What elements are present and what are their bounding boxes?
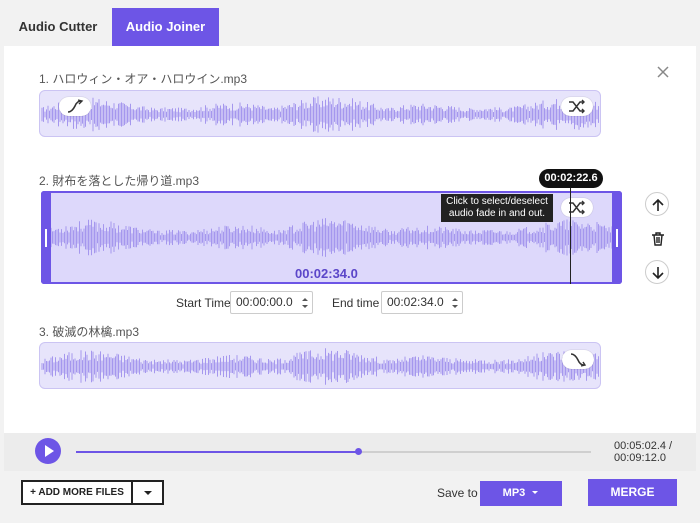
start-time-input[interactable]: 00:00:00.0: [230, 291, 313, 314]
save-to-label: Save to: [437, 486, 478, 500]
track-1-waveform[interactable]: [39, 90, 601, 137]
end-time-value: 00:02:34.0: [387, 295, 444, 309]
track-3-filename: 3. 破滅の林檎.mp3: [39, 325, 140, 339]
waveform-graphic: [41, 96, 599, 133]
end-time-label: End time: [332, 296, 380, 310]
tab-bar: Audio Cutter Audio Joiner: [0, 0, 700, 46]
trash-icon: [652, 232, 664, 246]
waveform-graphic: [41, 348, 599, 385]
fade-out-toggle[interactable]: [562, 350, 594, 369]
format-select[interactable]: MP3: [480, 481, 562, 506]
fade-in-toggle[interactable]: [59, 97, 91, 116]
close-icon[interactable]: [656, 65, 670, 79]
play-icon: [45, 445, 54, 457]
progress-fill: [76, 451, 358, 453]
format-value: MP3: [502, 487, 526, 499]
arrow-up-icon: [652, 198, 664, 211]
trim-handle-left[interactable]: [41, 191, 51, 284]
fade-tooltip: Click to select/deselect audio fade in a…: [441, 194, 553, 222]
fade-out-icon: [570, 353, 587, 367]
track-2-filename: 2. 財布を落とした帰り道.mp3: [39, 174, 200, 188]
spinner-icon[interactable]: [451, 296, 459, 310]
playback-time: 00:05:02.4 / 00:09:12.0: [614, 440, 672, 464]
playhead-line[interactable]: [570, 188, 571, 284]
tooltip-line-1: Click to select/deselect: [446, 196, 548, 207]
play-button[interactable]: [35, 438, 61, 464]
track-3-waveform[interactable]: [39, 342, 601, 389]
start-time-value: 00:00:00.0: [236, 295, 293, 309]
total-time: 00:09:12.0: [614, 452, 666, 464]
start-time-label: Start Time: [176, 296, 231, 310]
move-up-button[interactable]: [645, 192, 669, 216]
progress-knob[interactable]: [355, 448, 362, 455]
track-2-shuffle-button[interactable]: [561, 198, 593, 217]
track-1-filename: 1. ハロウィン・オア・ハロウイン.mp3: [39, 72, 248, 86]
caret-down-icon: [532, 491, 539, 494]
playhead-time: 00:02:22.6: [539, 169, 603, 188]
tooltip-line-2: audio fade in and out.: [448, 208, 546, 219]
delete-track-button[interactable]: [645, 226, 669, 250]
shuffle-icon: [569, 99, 585, 114]
tab-audio-cutter[interactable]: Audio Cutter: [4, 8, 112, 46]
current-time: 00:05:02.4 /: [614, 440, 673, 452]
fade-in-icon: [67, 99, 84, 113]
trim-handle-right[interactable]: [612, 191, 622, 284]
add-files-dropdown[interactable]: [131, 480, 164, 505]
tab-audio-joiner[interactable]: Audio Joiner: [112, 8, 219, 46]
move-down-button[interactable]: [645, 260, 669, 284]
spinner-icon[interactable]: [301, 296, 309, 310]
merge-button[interactable]: MERGE: [588, 479, 677, 506]
track-2-duration: 00:02:34.0: [295, 266, 358, 281]
arrow-down-icon: [652, 267, 664, 280]
end-time-input[interactable]: 00:02:34.0: [381, 291, 463, 314]
add-more-files-button[interactable]: + ADD MORE FILES: [21, 480, 133, 505]
caret-down-icon: [144, 491, 152, 495]
track-1-shuffle-button[interactable]: [561, 97, 593, 116]
